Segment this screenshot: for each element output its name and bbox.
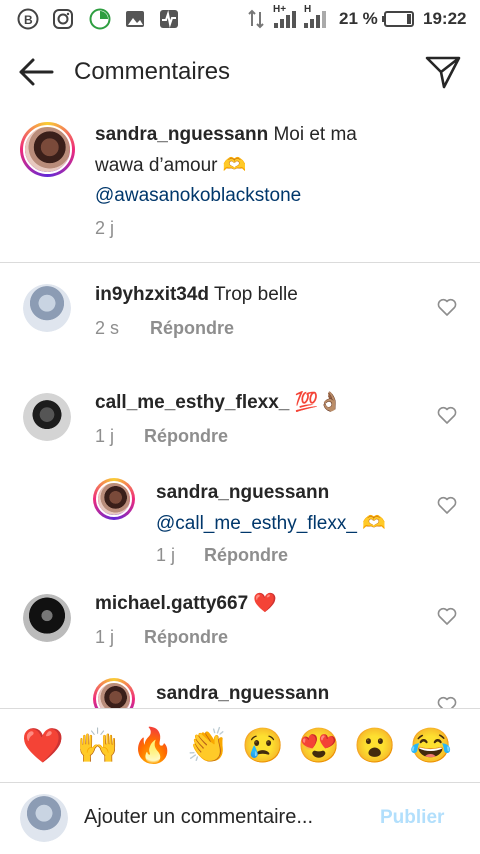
caption-text: Moi et ma [273,124,357,145]
publish-button[interactable]: Publier [380,807,444,829]
status-bar: B H+ H 21 % 19:22 [0,0,480,38]
emoji-heart[interactable]: ❤️ [20,726,66,766]
emoji-surprised[interactable]: 😮 [352,726,398,766]
data-saver-icon [89,8,111,30]
emoji-fire[interactable]: 🔥 [130,726,176,766]
comment-composer: Ajouter un commentaire... Publier [0,782,480,854]
reply-time: 1 j [156,545,176,565]
my-avatar [20,794,68,842]
heart-icon[interactable] [437,406,457,424]
comment-avatar[interactable] [23,594,71,642]
data-transfer-icon [248,9,264,29]
gallery-icon [126,11,144,27]
comment-time: 1 j [95,627,115,647]
divider [0,262,480,263]
emoji-laughing[interactable]: 😂 [408,726,454,766]
caption-time: 2 j [95,218,115,238]
svg-text:B: B [24,13,33,27]
reply-button[interactable]: Répondre [144,426,228,447]
comment-text: Trop belle [213,284,298,305]
emoji-crying[interactable]: 😢 [240,726,286,766]
reply-button[interactable]: Répondre [150,318,234,339]
comment-avatar[interactable] [23,393,71,441]
caption-text-line2: wawa d’amour 🫶 [95,155,247,176]
comment-time: 2 s [95,318,120,338]
reply-username[interactable]: sandra_nguessann [156,482,329,503]
signal-icon [274,11,296,28]
activity-icon [160,10,178,28]
comment-text: ❤️ [253,593,278,614]
emoji-raising-hands[interactable]: 🙌 [75,726,121,766]
reply-mention[interactable]: @call_me_esthy_flexx_ [156,513,357,534]
comment-avatar[interactable] [23,284,71,332]
send-icon[interactable] [424,54,462,90]
comment-text: 💯👌🏽 [294,392,342,413]
battery-icon [382,11,414,27]
header: Commentaires [0,38,480,108]
comment-username[interactable]: call_me_esthy_flexx_ [95,392,289,413]
heart-icon[interactable] [437,607,457,625]
back-arrow-icon[interactable] [16,56,56,88]
comment-username[interactable]: in9yhzxit34d [95,284,209,305]
comment-time: 1 j [95,426,115,446]
caption-username[interactable]: sandra_nguessann [95,124,268,145]
heart-icon[interactable] [437,298,457,316]
battery-percent: 21 % [339,9,378,28]
comment-username[interactable]: michael.gatty667 [95,593,248,614]
reply-avatar[interactable] [93,478,135,520]
signal-icon-2 [304,11,326,28]
reply-button[interactable]: Répondre [144,627,228,648]
heart-icon[interactable] [437,496,457,514]
clock: 19:22 [423,9,467,28]
divider [0,708,480,709]
emoji-heart-eyes[interactable]: 😍 [296,726,342,766]
divider [0,782,480,783]
emoji-clapping[interactable]: 👏 [185,726,231,766]
reply-button[interactable]: Répondre [204,545,288,566]
instagram-icon [53,9,73,29]
emoji-bar: ❤️ 🙌 🔥 👏 😢 😍 😮 😂 [0,708,480,782]
reply-username[interactable]: sandra_nguessann [156,683,329,704]
b-app-icon: B [17,8,39,30]
caption-mention[interactable]: @awasanokoblackstone [95,180,301,211]
caption-avatar[interactable] [20,122,75,177]
page-title: Commentaires [74,58,231,85]
comment-input[interactable]: Ajouter un commentaire... [84,806,313,829]
reply-emoji: 🫶 [362,513,386,534]
